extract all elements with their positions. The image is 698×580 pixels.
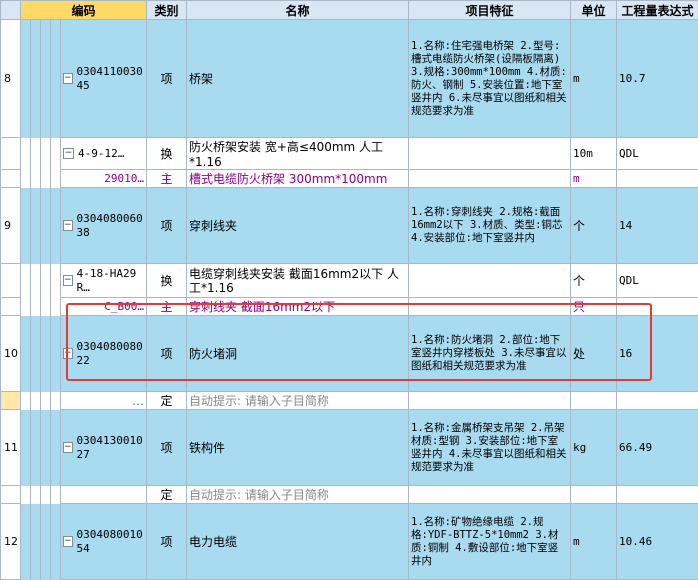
hint-input[interactable]: 自动提示: 请输入子目简称	[187, 392, 409, 410]
unit-cell[interactable]: kg	[571, 410, 617, 486]
table-row[interactable]: 9 −0304080060 38 项 穿刺线夹 1.名称:穿刺线夹 2.规格:截…	[1, 188, 698, 264]
unit-cell[interactable]: m	[571, 20, 617, 138]
row-number: 11	[1, 410, 21, 486]
table-row[interactable]: 12 −0304080010 54 项 电力电缆 1.名称:矿物绝缘电缆 2.规…	[1, 504, 698, 580]
code-cell[interactable]: −0304080080 22	[61, 316, 147, 392]
header-feature[interactable]: 项目特征	[409, 1, 571, 20]
type-cell[interactable]: 项	[147, 504, 187, 580]
table-row[interactable]: … 定 自动提示: 请输入子目简称	[1, 392, 698, 410]
feature-cell[interactable]: 1.名称:穿刺线夹 2.规格:截面16mm2以下 3.材质、类型:铜芯 4.安装…	[409, 188, 571, 264]
collapse-icon[interactable]: −	[63, 220, 73, 231]
expr-cell[interactable]: 16	[617, 316, 698, 392]
code-cell[interactable]: −4-9-12…	[61, 138, 147, 170]
expr-cell[interactable]: 10.46	[617, 504, 698, 580]
name-cell[interactable]: 防火桥架安装 宽+高≤400mm 人工*1.16	[187, 138, 409, 170]
type-cell[interactable]: 换	[147, 138, 187, 170]
type-cell[interactable]: 定	[147, 392, 187, 410]
code-cell[interactable]: −0304130010 27	[61, 410, 147, 486]
table-row[interactable]: −4-18-HA29 R… 换 电缆穿刺线夹安装 截面16mm2以下 人工*1.…	[1, 264, 698, 298]
code-cell[interactable]: −0304080060 38	[61, 188, 147, 264]
unit-cell[interactable]: 处	[571, 316, 617, 392]
feature-cell[interactable]: 1.名称:矿物绝缘电缆 2.规格:YDF-BTTZ-5*10mm2 3.材质:铜…	[409, 504, 571, 580]
collapse-icon[interactable]: −	[63, 73, 73, 84]
collapse-icon[interactable]: −	[63, 442, 73, 453]
unit-cell[interactable]: 只	[571, 298, 617, 316]
table-row[interactable]: −4-9-12… 换 防火桥架安装 宽+高≤400mm 人工*1.16 10m …	[1, 138, 698, 170]
code-cell[interactable]: −4-18-HA29 R…	[61, 264, 147, 298]
expr-cell[interactable]: 10.7	[617, 20, 698, 138]
header-type[interactable]: 类别	[147, 1, 187, 20]
row-number: 9	[1, 188, 21, 264]
type-cell[interactable]: 项	[147, 410, 187, 486]
header-code[interactable]: 编码	[21, 1, 147, 20]
type-cell[interactable]: 主	[147, 298, 187, 316]
table-row[interactable]: 10 −0304080080 22 项 防火堵洞 1.名称:防火堵洞 2.部位:…	[1, 316, 698, 392]
type-cell[interactable]: 主	[147, 170, 187, 188]
code-cell[interactable]	[61, 486, 147, 504]
unit-cell[interactable]: 10m	[571, 138, 617, 170]
collapse-icon[interactable]: −	[63, 275, 73, 286]
feature-cell[interactable]: 1.名称:防火堵洞 2.部位:地下室竖井内穿楼板处 3.未尽事宜以图纸和相关规范…	[409, 316, 571, 392]
expr-cell[interactable]	[617, 298, 698, 316]
unit-cell[interactable]: m	[571, 504, 617, 580]
name-cell[interactable]: 电力电缆	[187, 504, 409, 580]
code-cell[interactable]: −0304080010 54	[61, 504, 147, 580]
header-name[interactable]: 名称	[187, 1, 409, 20]
feature-cell[interactable]	[409, 298, 571, 316]
row-number: 10	[1, 316, 21, 392]
expr-cell[interactable]: 14	[617, 188, 698, 264]
unit-cell[interactable]: 个	[571, 264, 617, 298]
header-row: 编码 类别 名称 项目特征 单位 工程量表达式	[1, 1, 698, 20]
name-cell[interactable]: 桥架	[187, 20, 409, 138]
expr-cell[interactable]: 66.49	[617, 410, 698, 486]
type-cell[interactable]: 项	[147, 316, 187, 392]
code-cell[interactable]: C_B00…	[61, 298, 147, 316]
type-cell[interactable]: 项	[147, 20, 187, 138]
row-number: 8	[1, 20, 21, 138]
header-expr[interactable]: 工程量表达式	[617, 1, 698, 20]
table-row[interactable]: 8 −0304110030 45 项 桥架 1.名称:住宅强电桥架 2.型号:槽…	[1, 20, 698, 138]
table-row[interactable]: 11 −0304130010 27 项 铁构件 1.名称:金属桥架支吊架 2.吊…	[1, 410, 698, 486]
code-cell[interactable]: …	[61, 392, 147, 410]
expr-cell[interactable]	[617, 170, 698, 188]
header-unit[interactable]: 单位	[571, 1, 617, 20]
type-cell[interactable]: 项	[147, 188, 187, 264]
code-cell[interactable]: −0304110030 45	[61, 20, 147, 138]
collapse-icon[interactable]: −	[63, 536, 73, 547]
bill-table: 编码 类别 名称 项目特征 单位 工程量表达式 8 −0304110030 45…	[0, 0, 698, 580]
unit-cell[interactable]: 个	[571, 188, 617, 264]
name-cell[interactable]: 防火堵洞	[187, 316, 409, 392]
feature-cell[interactable]	[409, 138, 571, 170]
code-cell[interactable]: 29010…	[61, 170, 147, 188]
feature-cell[interactable]	[409, 170, 571, 188]
name-cell[interactable]: 槽式电缆防火桥架 300mm*100mm	[187, 170, 409, 188]
feature-cell[interactable]: 1.名称:住宅强电桥架 2.型号:槽式电缆防火桥架(设隔板隔离) 3.规格:30…	[409, 20, 571, 138]
table-row[interactable]: C_B00… 主 穿刺线夹 截面16mm2以下 只	[1, 298, 698, 316]
name-cell[interactable]: 电缆穿刺线夹安装 截面16mm2以下 人工*1.16	[187, 264, 409, 298]
name-cell[interactable]: 铁构件	[187, 410, 409, 486]
hint-input[interactable]: 自动提示: 请输入子目简称	[187, 486, 409, 504]
name-cell[interactable]: 穿刺线夹 截面16mm2以下	[187, 298, 409, 316]
unit-cell[interactable]: m	[571, 170, 617, 188]
collapse-icon[interactable]: −	[63, 348, 73, 359]
table-row[interactable]: 29010… 主 槽式电缆防火桥架 300mm*100mm m	[1, 170, 698, 188]
expr-cell[interactable]: QDL	[617, 264, 698, 298]
expr-cell[interactable]: QDL	[617, 138, 698, 170]
feature-cell[interactable]: 1.名称:金属桥架支吊架 2.吊架材质:型钢 3.安装部位:地下室竖井内 4.未…	[409, 410, 571, 486]
row-number: 12	[1, 504, 21, 580]
type-cell[interactable]: 定	[147, 486, 187, 504]
name-cell[interactable]: 穿刺线夹	[187, 188, 409, 264]
feature-cell[interactable]	[409, 264, 571, 298]
collapse-icon[interactable]: −	[63, 148, 74, 159]
table-row[interactable]: 定 自动提示: 请输入子目简称	[1, 486, 698, 504]
type-cell[interactable]: 换	[147, 264, 187, 298]
